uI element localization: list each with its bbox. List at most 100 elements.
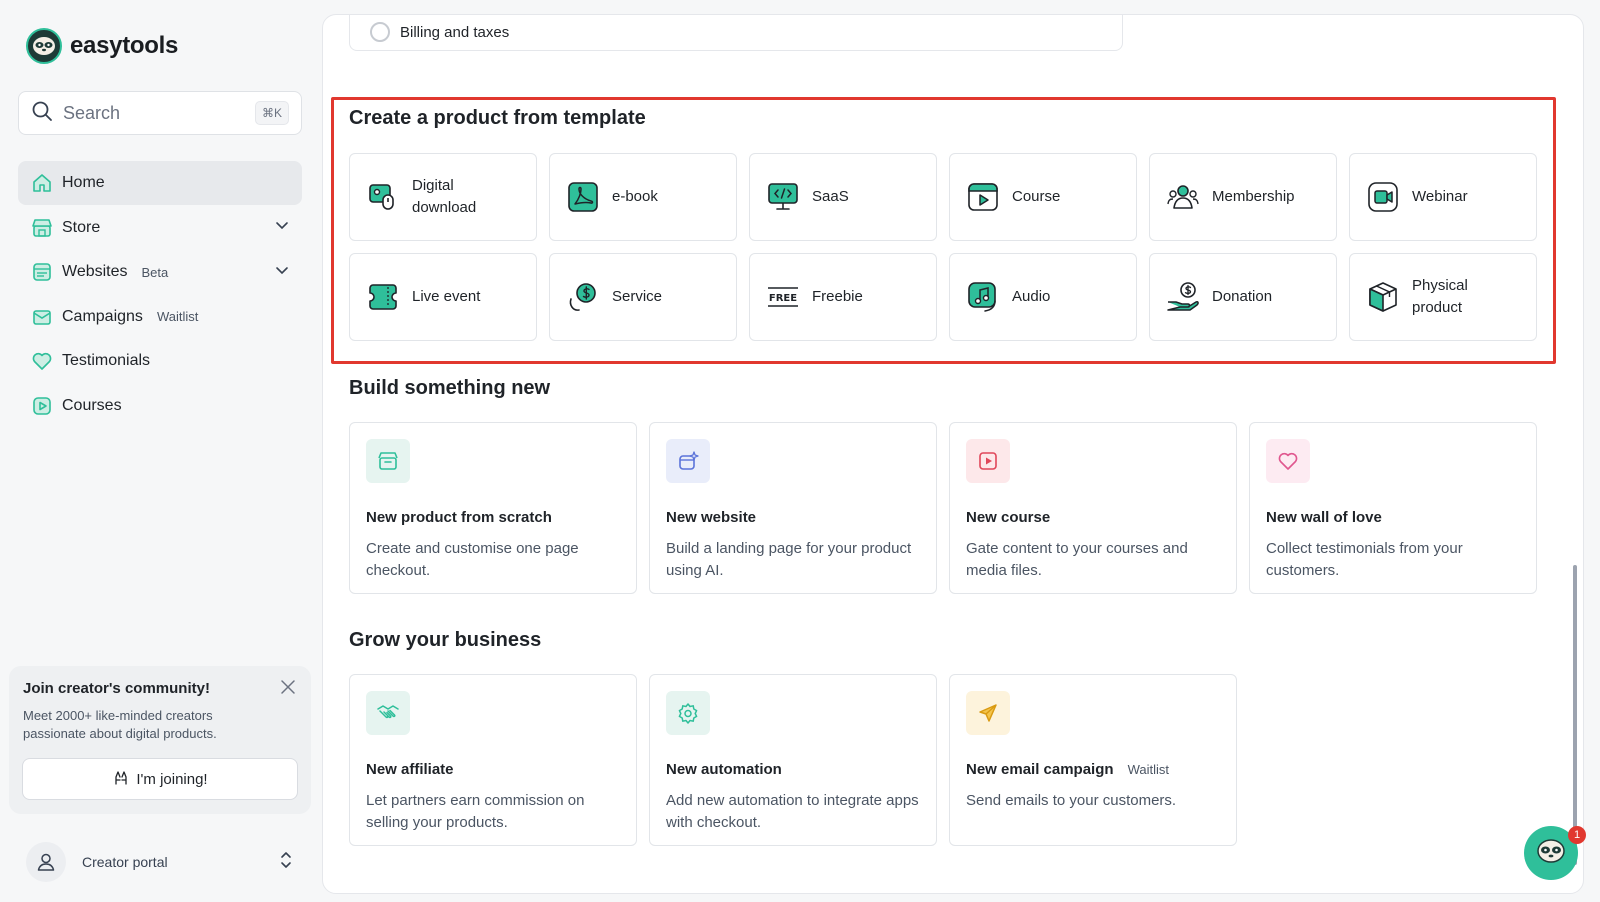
sidebar-item-websites[interactable]: Websites Beta — [18, 250, 302, 294]
template-label: e-book — [612, 188, 658, 205]
sidebar-item-store[interactable]: Store — [18, 206, 302, 250]
billing-option-card[interactable]: Billing and taxes — [349, 15, 1123, 51]
billing-radio[interactable] — [370, 22, 390, 42]
home-icon — [30, 171, 54, 195]
card-description: Collect testimonials from your customers… — [1266, 540, 1463, 579]
new-automation-card[interactable]: New automation Add new automation to int… — [649, 674, 937, 846]
heart-icon — [30, 349, 54, 373]
community-text: Meet 2000+ like-minded creators passiona… — [23, 708, 217, 741]
notification-count-badge: 1 — [1568, 826, 1586, 844]
sidebar: easytools Search ⌘K Home Store Websites … — [0, 0, 318, 902]
service-icon — [566, 280, 600, 314]
template-card-audio[interactable]: Audio — [949, 253, 1137, 341]
chevron-down-icon[interactable] — [274, 262, 290, 283]
creator-portal-switcher[interactable]: Creator portal — [18, 840, 302, 884]
send-icon — [966, 691, 1010, 735]
new-email-campaign-card[interactable]: New email campaign Waitlist Send emails … — [949, 674, 1237, 846]
sloth-chat-icon — [1536, 838, 1566, 869]
template-grid: Digital download e-book SaaS Course Memb… — [349, 153, 1537, 341]
template-label: Membership — [1212, 188, 1295, 205]
sidebar-item-label: Testimonials — [62, 352, 151, 369]
template-card-digital-download[interactable]: Digital download — [349, 153, 537, 241]
beta-badge: Beta — [141, 264, 169, 280]
template-label: Digital download — [412, 177, 477, 216]
play-icon — [30, 394, 54, 418]
close-icon[interactable] — [279, 678, 297, 701]
new-wall-of-love-card[interactable]: New wall of love Collect testimonials fr… — [1249, 422, 1537, 594]
template-label: Live event — [412, 288, 481, 305]
donation-icon — [1166, 280, 1200, 314]
logo[interactable]: easytools — [26, 28, 178, 64]
sidebar-item-label: Websites — [62, 263, 128, 280]
template-card-saas[interactable]: SaaS — [749, 153, 937, 241]
template-card-course[interactable]: Course — [949, 153, 1137, 241]
templates-title: Create a product from template — [349, 107, 646, 129]
template-card-physical-product[interactable]: Physical product — [1349, 253, 1537, 341]
search-placeholder: Search — [63, 102, 121, 123]
scrollbar[interactable] — [1573, 565, 1577, 865]
new-affiliate-card[interactable]: New affiliate Let partners earn commissi… — [349, 674, 637, 846]
sidebar-item-testimonials[interactable]: Testimonials — [18, 339, 302, 383]
ebook-icon — [566, 180, 600, 214]
freebie-icon: FREE — [766, 280, 800, 314]
new-product-card[interactable]: New product from scratch Create and cust… — [349, 422, 637, 594]
course-play-icon — [966, 439, 1010, 483]
waitlist-badge: Waitlist — [156, 309, 199, 324]
card-title: New website — [666, 509, 757, 526]
grow-title: Grow your business — [349, 629, 542, 651]
card-title: New affiliate — [366, 761, 454, 778]
logo-sloth-icon — [26, 28, 62, 64]
template-card-freebie[interactable]: FREE Freebie — [749, 253, 937, 341]
billing-label: Billing and taxes — [400, 23, 510, 41]
main-content: Billing and taxes Create a product from … — [322, 14, 1584, 894]
card-description: Create and customise one page checkout. — [366, 540, 579, 579]
app-name: easytools — [70, 32, 179, 59]
saas-icon — [766, 180, 800, 214]
course-icon — [966, 180, 1000, 214]
template-card-service[interactable]: Service — [549, 253, 737, 341]
chevron-up-down-icon — [278, 850, 294, 875]
new-website-card[interactable]: New website Build a landing page for you… — [649, 422, 937, 594]
search-shortcut: ⌘K — [254, 101, 289, 125]
template-label: Physical product — [1412, 277, 1468, 316]
build-title: Build something new — [349, 377, 551, 399]
heart-icon — [1266, 439, 1310, 483]
physical-product-icon — [1366, 280, 1400, 314]
card-title: New course — [966, 509, 1051, 526]
template-card-live-event[interactable]: Live event — [349, 253, 537, 341]
card-description: Let partners earn commission on selling … — [366, 792, 585, 831]
audio-icon — [966, 280, 1000, 314]
card-title: New email campaign — [966, 761, 1114, 778]
card-description: Gate content to your courses and media f… — [966, 540, 1188, 579]
sidebar-item-courses[interactable]: Courses — [18, 384, 302, 428]
campaigns-icon — [30, 305, 54, 329]
build-grid: New product from scratch Create and cust… — [349, 422, 1537, 594]
creator-portal-label: Creator portal — [82, 854, 168, 870]
chevron-down-icon[interactable] — [274, 217, 290, 238]
sidebar-item-label: Store — [62, 218, 101, 236]
membership-icon — [1166, 180, 1200, 214]
sidebar-item-home[interactable]: Home — [18, 161, 302, 205]
join-community-button[interactable]: I'm joining! — [22, 758, 298, 800]
community-title: Join creator's community! — [23, 680, 210, 697]
template-label: Webinar — [1412, 188, 1468, 205]
template-label: Service — [612, 288, 663, 305]
sidebar-item-campaigns[interactable]: Campaigns Waitlist — [18, 295, 302, 339]
card-description: Add new automation to integrate apps wit… — [666, 792, 919, 831]
search-input[interactable]: Search ⌘K — [18, 91, 302, 135]
template-card-membership[interactable]: Membership — [1149, 153, 1337, 241]
template-card-webinar[interactable]: Webinar — [1349, 153, 1537, 241]
card-title: New wall of love — [1266, 509, 1382, 526]
search-icon — [31, 100, 53, 127]
waitlist-badge: Waitlist — [1127, 762, 1169, 777]
community-card: Join creator's community! Meet 2000+ lik… — [9, 666, 311, 814]
sidebar-item-label: Home — [62, 174, 105, 191]
sidebar-item-label: Campaigns — [62, 307, 143, 325]
template-label: Audio — [1012, 288, 1051, 305]
template-card-donation[interactable]: Donation — [1149, 253, 1337, 341]
card-description: Build a landing page for your product us… — [666, 540, 912, 579]
webinar-icon — [1366, 180, 1400, 214]
sidebar-item-label: Courses — [62, 396, 122, 414]
new-course-card[interactable]: New course Gate content to your courses … — [949, 422, 1237, 594]
template-card-ebook[interactable]: e-book — [549, 153, 737, 241]
